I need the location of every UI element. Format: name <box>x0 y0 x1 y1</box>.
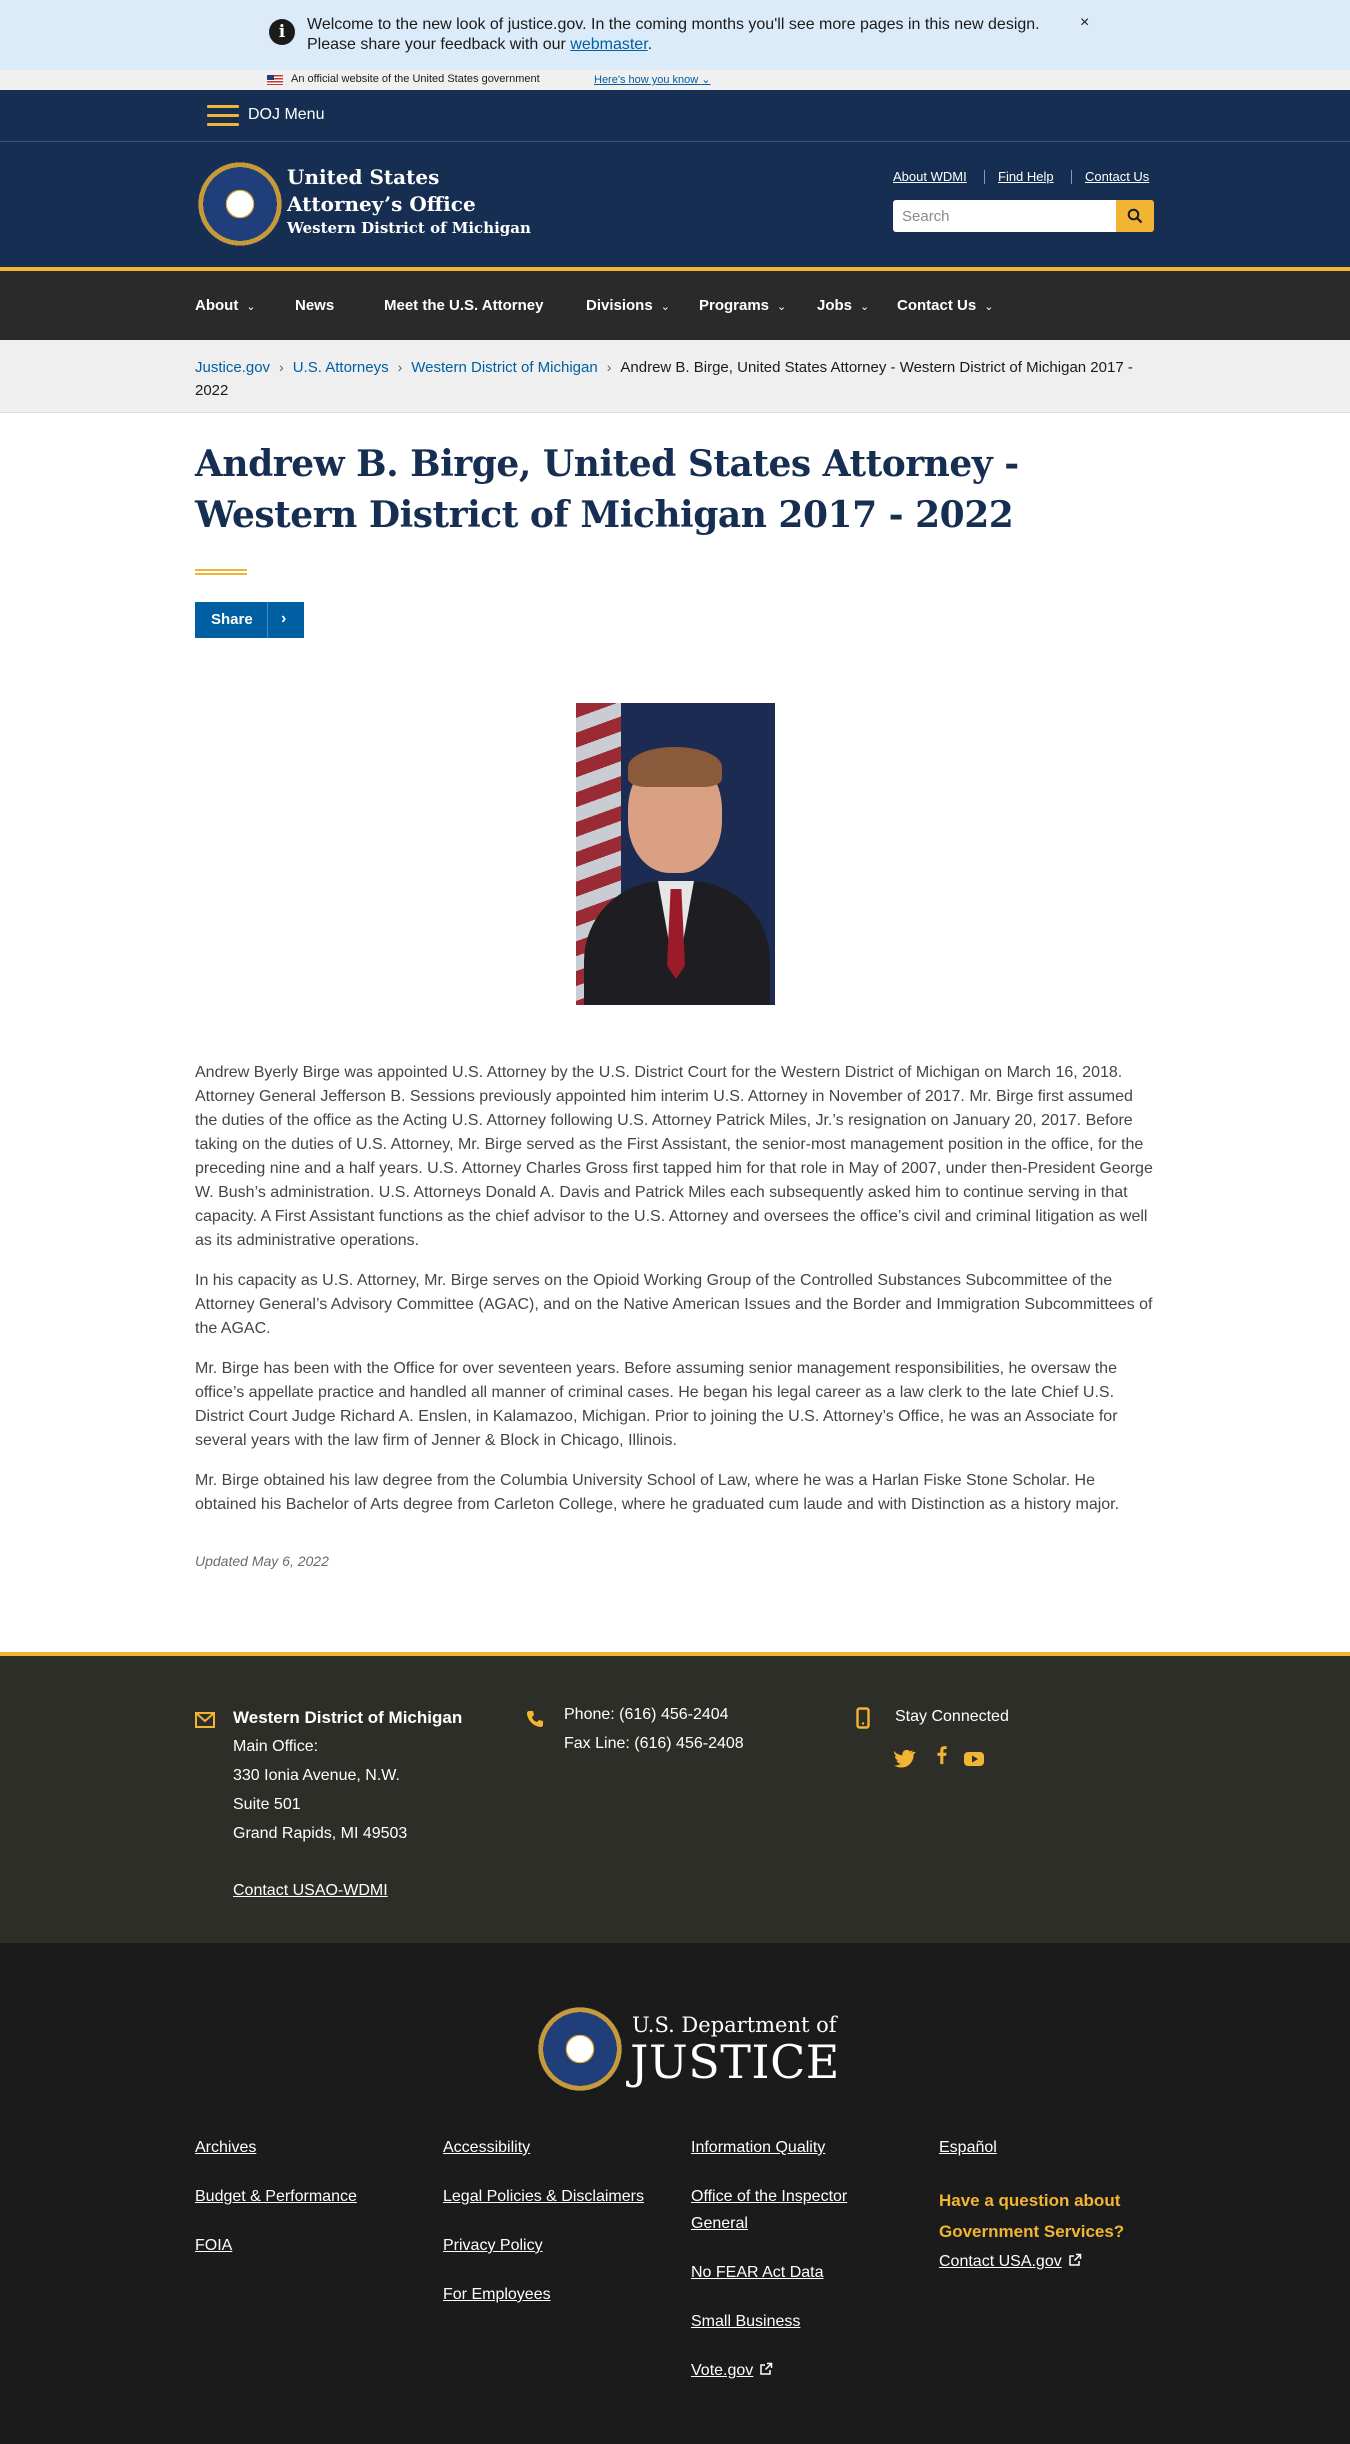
search-input[interactable] <box>893 200 1116 232</box>
close-icon[interactable]: × <box>1080 14 1089 32</box>
site-alert-banner: i Welcome to the new look of justice.gov… <box>0 0 1350 70</box>
webmaster-link[interactable]: webmaster <box>570 36 647 53</box>
district-name[interactable]: Western District of Michigan <box>287 219 531 237</box>
footer-link-info-quality[interactable]: Information Quality <box>691 2134 825 2161</box>
fax-number: Fax Line: (616) 456-2408 <box>564 1735 744 1752</box>
footer-link-foia[interactable]: FOIA <box>195 2232 232 2259</box>
footer-link-vote[interactable]: Vote.gov <box>691 2357 773 2384</box>
footer-link-budget[interactable]: Budget & Performance <box>195 2183 357 2210</box>
main-navigation: About ⌄ News Meet the U.S. Attorney Divis… <box>0 267 1350 340</box>
doj-logo-wordmark[interactable]: JUSTICE <box>630 2035 840 2089</box>
bio-paragraph: Mr. Birge obtained his law degree from t… <box>195 1472 1120 1513</box>
footer-link-legal-policies[interactable]: Legal Policies & Disclaimers <box>443 2183 644 2210</box>
address-line: Suite 501 <box>233 1796 301 1813</box>
chevron-down-icon: ⌄ <box>777 301 787 313</box>
external-link-icon <box>1068 2253 1081 2266</box>
chevron-right-icon: › <box>279 359 284 375</box>
mail-icon <box>195 1712 215 1728</box>
nav-item-divisions[interactable]: Divisions ⌄ <box>586 297 670 314</box>
search-icon <box>1127 208 1143 224</box>
attorney-portrait-photo <box>576 703 775 1005</box>
share-button[interactable]: Share › <box>195 602 304 638</box>
site-footer: U.S. Department of JUSTICE Archives Budg… <box>0 1943 1350 2444</box>
footer-link-no-fear[interactable]: No FEAR Act Data <box>691 2259 824 2286</box>
twitter-icon[interactable] <box>894 1749 916 1769</box>
chevron-down-icon: ⌄ <box>660 301 670 313</box>
doj-seal-logo[interactable] <box>198 162 282 246</box>
breadcrumb-link-wdmi[interactable]: Western District of Michigan <box>411 359 597 376</box>
utility-link-about[interactable]: About WDMI <box>893 169 967 184</box>
contact-usagov-link[interactable]: Contact USA.gov <box>939 2248 1082 2275</box>
footer-link-employees[interactable]: For Employees <box>443 2281 551 2308</box>
nav-item-programs[interactable]: Programs ⌄ <box>699 297 786 314</box>
bio-paragraph: Mr. Birge has been with the Office for o… <box>195 1360 1118 1449</box>
footer-link-small-business[interactable]: Small Business <box>691 2308 800 2335</box>
main-content: Andrew B. Birge, United States Attorney … <box>0 413 1350 1652</box>
alert-message: Welcome to the new look of justice.gov. … <box>307 16 1040 53</box>
external-link-icon <box>760 2362 773 2375</box>
utility-link-contact[interactable]: Contact Us <box>1085 169 1149 184</box>
chevron-down-icon: ⌄ <box>860 301 870 313</box>
info-icon: i <box>269 19 295 45</box>
footer-link-accessibility[interactable]: Accessibility <box>443 2134 530 2161</box>
nav-item-jobs[interactable]: Jobs ⌄ <box>817 297 869 314</box>
footer-link-privacy[interactable]: Privacy Policy <box>443 2232 543 2259</box>
doj-menu-bar: DOJ Menu <box>0 90 1350 142</box>
nav-item-meet-attorney[interactable]: Meet the U.S. Attorney <box>384 297 543 314</box>
chevron-right-icon: › <box>397 359 403 375</box>
stay-connected-label: Stay Connected <box>895 1708 1009 1725</box>
address-line: Grand Rapids, MI 49503 <box>233 1825 408 1842</box>
doj-seal-logo[interactable] <box>538 2007 622 2091</box>
nav-item-news[interactable]: News <box>295 297 334 314</box>
footer-link-archives[interactable]: Archives <box>195 2134 256 2161</box>
bio-paragraph: In his capacity as U.S. Attorney, Mr. Bi… <box>195 1272 1153 1337</box>
breadcrumb-trail: Justice.gov › U.S. Attorneys › Western Distr… <box>195 356 1160 402</box>
bio-text: Andrew Byerly Birge was appointed U.S. A… <box>195 1061 1157 1533</box>
gov-banner: An official website of the United States… <box>0 70 1350 90</box>
chevron-down-icon: ⌄ <box>984 301 994 313</box>
doj-menu-button[interactable]: DOJ Menu <box>248 106 324 124</box>
breadcrumb: Justice.gov › U.S. Attorneys › Western Distr… <box>0 340 1350 413</box>
government-services-question: Have a question about Government Service… <box>939 2191 1125 2241</box>
bio-paragraph: Andrew Byerly Birge was appointed U.S. A… <box>195 1064 1153 1249</box>
utility-separator <box>984 170 985 184</box>
gov-banner-text: An official website of the United States… <box>291 73 540 85</box>
chevron-right-icon: › <box>281 610 287 627</box>
page-title: Andrew B. Birge, United States Attorney … <box>195 443 1019 536</box>
utility-link-find-help[interactable]: Find Help <box>998 169 1054 184</box>
office-name: Western District of Michigan <box>233 1708 463 1727</box>
contact-usao-link[interactable]: Contact USAO-WDMI <box>233 1882 388 1900</box>
phone-icon <box>527 1711 543 1727</box>
address-line: Main Office: <box>233 1738 319 1755</box>
phone-number[interactable]: Phone: (616) 456-2404 <box>564 1706 729 1724</box>
utility-separator <box>1071 170 1072 184</box>
facebook-icon[interactable] <box>931 1745 953 1765</box>
breadcrumb-link-usattorneys[interactable]: U.S. Attorneys <box>293 359 389 376</box>
title-underline <box>195 569 247 575</box>
nav-item-about[interactable]: About ⌄ <box>195 297 256 314</box>
updated-date: Updated May 6, 2022 <box>195 1553 329 1569</box>
breadcrumb-link-justice[interactable]: Justice.gov <box>195 359 270 376</box>
chevron-down-icon: ⌄ <box>246 301 256 313</box>
doj-logo-text[interactable]: U.S. Department of <box>632 2013 837 2037</box>
footer-link-espanol[interactable]: Español <box>939 2134 997 2161</box>
heres-how-you-know-link[interactable]: Here's how you know ⌄ <box>594 73 711 86</box>
footer-link-inspector-general[interactable]: Office of the Inspector General <box>691 2183 871 2237</box>
contact-footer: Western District of Michigan Main Office… <box>0 1652 1350 1943</box>
site-logo-text[interactable]: United States Attorney’s Office <box>287 164 476 218</box>
site-header: United States Attorney’s Office Western D… <box>0 142 1350 267</box>
nav-item-contact-us[interactable]: Contact Us ⌄ <box>897 297 993 314</box>
search-button[interactable] <box>1116 200 1154 232</box>
chevron-right-icon: › <box>606 359 612 375</box>
hamburger-menu-icon[interactable] <box>207 105 239 127</box>
youtube-icon[interactable] <box>963 1749 985 1769</box>
us-flag-icon <box>267 75 283 85</box>
mobile-icon <box>856 1707 870 1729</box>
chevron-down-icon: ⌄ <box>701 74 711 86</box>
address-line: 330 Ionia Avenue, N.W. <box>233 1767 400 1784</box>
